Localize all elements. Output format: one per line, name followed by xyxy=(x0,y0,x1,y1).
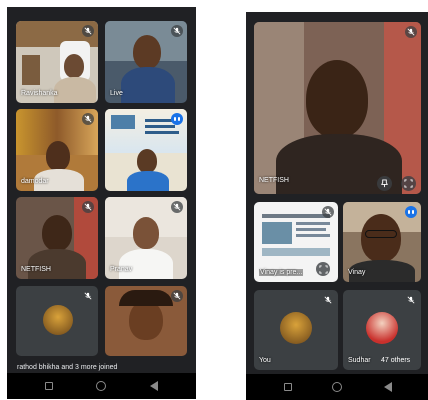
android-nav-bar xyxy=(246,374,428,400)
nav-recents-icon[interactable] xyxy=(284,383,292,391)
mic-off-icon xyxy=(171,25,183,37)
participant-name: Live xyxy=(110,90,123,97)
participant-name: NETFISH xyxy=(21,266,51,273)
presenter-label: Vinay is pre... xyxy=(259,269,304,276)
right-phone-screen: NETFISH Vinay is pre... Vinay You Sudhar… xyxy=(246,12,428,400)
participant-name: You xyxy=(259,357,271,364)
mic-off-icon xyxy=(322,206,334,218)
nav-back-icon[interactable] xyxy=(150,381,158,391)
others-count: 47 others xyxy=(381,357,411,364)
participant-tile-others[interactable]: Sudhar 47 others xyxy=(343,290,421,370)
mic-off-icon xyxy=(82,290,94,302)
nav-home-icon[interactable] xyxy=(96,381,106,391)
mic-off-icon xyxy=(405,26,417,38)
participant-tile-ravishanka[interactable]: Ravishanka xyxy=(16,21,98,103)
avatar xyxy=(43,305,73,335)
mic-off-icon xyxy=(322,294,334,306)
participant-tile-damodar[interactable]: damodar xyxy=(16,109,98,191)
nav-back-icon[interactable] xyxy=(384,382,392,392)
participant-tile-you[interactable]: You xyxy=(254,290,338,370)
mic-off-icon xyxy=(405,294,417,306)
nav-home-icon[interactable] xyxy=(332,382,342,392)
participant-tile-netfish[interactable]: NETFISH xyxy=(16,197,98,279)
mic-off-icon xyxy=(82,25,94,37)
android-nav-bar xyxy=(7,373,196,399)
fullscreen-icon[interactable] xyxy=(401,176,416,191)
mic-off-icon xyxy=(82,113,94,125)
participant-name: Sudhar xyxy=(348,357,371,364)
main-participant-tile-netfish[interactable]: NETFISH xyxy=(254,22,421,194)
mic-off-icon xyxy=(171,290,183,302)
nav-recents-icon[interactable] xyxy=(45,382,53,390)
mic-off-icon xyxy=(82,201,94,213)
participant-tile-pranav[interactable]: Pranav xyxy=(105,197,187,279)
avatar xyxy=(280,312,312,344)
speaker-active-icon xyxy=(405,206,417,218)
participant-tile-avatar[interactable] xyxy=(16,286,98,356)
left-phone-screen: Ravishanka Live damodar NETFISH Pranav r… xyxy=(7,7,196,399)
avatar xyxy=(366,312,398,344)
participant-name: Ravishanka xyxy=(21,90,58,97)
participant-tile-live[interactable]: Live xyxy=(105,21,187,103)
participant-tile-woman[interactable] xyxy=(105,286,187,356)
participant-name: NETFISH xyxy=(259,177,289,184)
presentation-tile[interactable]: Vinay is pre... xyxy=(254,202,338,282)
participant-tile-presenter-banner[interactable] xyxy=(105,109,187,191)
fullscreen-icon[interactable] xyxy=(316,262,330,276)
speaker-active-icon xyxy=(171,113,183,125)
pin-icon[interactable] xyxy=(377,176,392,191)
participant-name: damodar xyxy=(21,178,49,185)
mic-off-icon xyxy=(171,201,183,213)
participant-tile-vinay[interactable]: Vinay xyxy=(343,202,421,282)
participant-name: Pranav xyxy=(110,266,133,273)
participant-name: Vinay xyxy=(348,269,366,276)
join-notification: rathod bhikha and 3 more joined xyxy=(17,364,118,371)
